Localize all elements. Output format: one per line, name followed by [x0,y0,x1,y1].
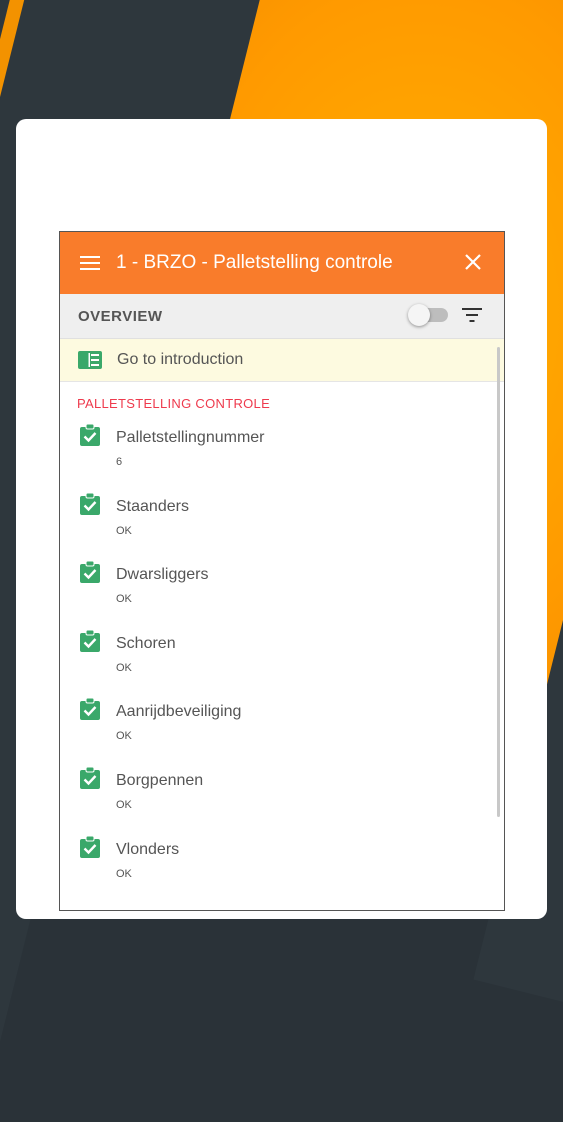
clipboard-check-icon [80,492,100,515]
item-label: Staanders [116,497,189,515]
list-item[interactable]: Dwarsliggers OK [60,556,504,625]
item-value: 6 [116,456,123,468]
item-value: OK [116,524,132,537]
list-item[interactable]: Schoren OK [60,625,504,694]
item-label: Schoren [116,634,176,652]
item-value: OK [116,798,132,811]
clipboard-check-icon [80,835,100,858]
filter-icon[interactable] [462,308,482,322]
item-label: Aanrijdbeveiliging [116,703,242,721]
item-label: Dwarsliggers [116,566,209,584]
clipboard-check-icon [80,424,100,446]
item-label: Borgpennen [116,771,204,789]
list-item[interactable]: Vlonders OK [60,831,504,900]
clipboard-check-icon [80,766,100,789]
question-list: Palletstellingnummer 6 Staanders OK Dwar… [60,419,504,899]
menu-icon[interactable] [80,256,100,270]
clipboard-check-icon [80,698,100,721]
overview-toggle[interactable] [408,304,448,326]
item-label: Vlonders [116,840,180,858]
item-label: Palletstellingnummer [116,429,265,446]
app-bar: 1 - BRZO - Palletstelling controle [60,232,504,294]
list-item[interactable]: Staanders OK [60,488,504,557]
clipboard-check-icon [80,629,100,652]
scrollbar[interactable] [497,347,500,817]
overview-label: OVERVIEW [78,307,163,325]
go-to-introduction[interactable]: Go to introduction [60,339,504,382]
list-item[interactable]: Aanrijdbeveiliging OK [60,693,504,762]
item-value: OK [116,730,132,743]
item-value: OK [116,593,132,606]
page-title: 1 - BRZO - Palletstelling controle [116,252,393,273]
toggle-knob [408,304,430,326]
close-icon[interactable] [464,253,482,271]
clipboard-check-icon [80,561,100,584]
list-item[interactable]: Palletstellingnummer 6 [60,419,504,488]
item-value: OK [116,867,132,880]
intro-label: Go to introduction [117,351,244,368]
section-title: PALLETSTELLING CONTROLE [77,396,271,411]
app-window: 1 - BRZO - Palletstelling controle OVERV… [59,231,505,911]
book-icon [78,351,102,369]
list-item[interactable]: Borgpennen OK [60,762,504,831]
item-value: OK [116,661,132,674]
